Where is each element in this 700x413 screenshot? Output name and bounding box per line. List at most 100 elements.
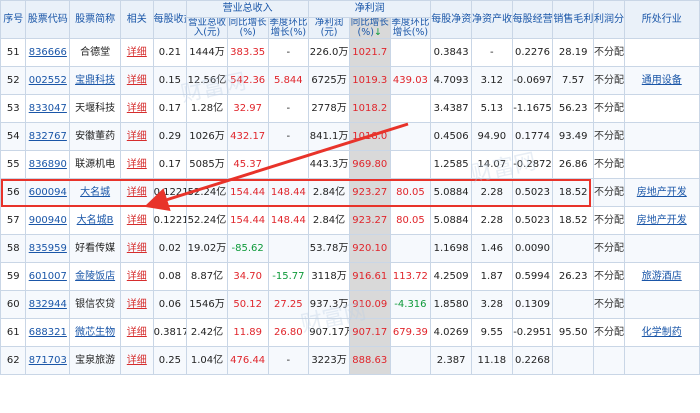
stock-name[interactable]: 微芯生物 (69, 318, 122, 347)
revenue-cell: 52.24亿 (186, 206, 228, 235)
table-row[interactable]: 61 688321 微芯生物 详细 0.3817 2.42亿 11.89 26.80 907.1… (0, 318, 700, 347)
stock-code-link[interactable]: 833047 (25, 94, 71, 123)
row-seq: 54 (0, 122, 27, 151)
header-eps[interactable]: 每股收益(元) (152, 0, 188, 39)
header-industry: 所处行业 (623, 0, 700, 39)
dividend-cell: 不分配不转增 (593, 206, 625, 235)
stock-code-link[interactable]: 836666 (25, 38, 71, 67)
ocfps-cell: 0.0090 (511, 234, 554, 263)
table-row[interactable]: 58 835959 好看传媒 详细 0.02 19.02万 -85.62 53.78万 920.… (0, 234, 700, 263)
profit-qoq-cell (389, 122, 432, 151)
detail-link[interactable]: 详细 (120, 318, 154, 347)
detail-link[interactable]: 详细 (120, 150, 154, 179)
header-bvps[interactable]: 每股净资产(元) (430, 0, 472, 39)
industry-link[interactable]: 旅游酒店 (623, 262, 700, 291)
header-code[interactable]: 股票代码 (25, 0, 71, 39)
detail-link[interactable]: 详细 (120, 290, 154, 319)
stock-code-link[interactable]: 601007 (25, 262, 71, 291)
sort-down-icon: ↓ (373, 27, 382, 38)
profit-qoq-cell: 80.05 (389, 178, 432, 207)
table-row[interactable]: 51 836666 合德堂 详细 0.21 1444万 383.35-226.0万 1021.… (0, 38, 700, 67)
revenue-cell: 1.04亿 (186, 346, 228, 375)
eps-cell: 0.17 (152, 150, 188, 179)
revenue-qoq-cell: - (267, 38, 310, 67)
industry-link[interactable]: 房地产开发 (623, 206, 700, 235)
dividend-cell: 不分配不转增 (593, 38, 625, 67)
detail-link[interactable]: 详细 (120, 66, 154, 95)
stock-code-link[interactable]: 835959 (25, 234, 71, 263)
ocfps-cell: -0.0697 (511, 66, 554, 95)
header-rev-qoq[interactable]: 季度环比增长(%) (267, 17, 310, 39)
stock-code-link[interactable]: 836890 (25, 150, 71, 179)
bvps-cell: 5.0884 (430, 178, 472, 207)
stock-code-link[interactable]: 832767 (25, 122, 71, 151)
header-profit-qoq[interactable]: 季度环比增长(%) (389, 17, 432, 39)
revenue-qoq-cell: - (267, 346, 310, 375)
eps-cell: 0.02 (152, 234, 188, 263)
profit-yoy-cell: 910.09 (348, 290, 391, 319)
bvps-cell: 4.2509 (430, 262, 472, 291)
roe-cell: 2.28 (470, 206, 513, 235)
stock-name[interactable]: 金陵饭店 (69, 262, 122, 291)
detail-link[interactable]: 详细 (120, 38, 154, 67)
industry-link (623, 290, 700, 319)
revenue-cell: 5085万 (186, 150, 228, 179)
header-ocfps[interactable]: 每股经营现金流量(元) (511, 0, 554, 39)
table-row[interactable]: 59 601007 金陵饭店 详细 0.08 8.87亿 34.70 -15.77 3118万 9… (0, 262, 700, 291)
header-gross-margin[interactable]: 销售毛利率(%) (552, 0, 595, 39)
table-row[interactable]: 54 832767 安徽董药 详细 0.29 1026万 432.17-841.1万 1018… (0, 122, 700, 151)
ocfps-cell: 0.5023 (511, 178, 554, 207)
profit-cell: 3223万 (308, 346, 350, 375)
table-row[interactable]: 53 833047 天堰科技 详细 0.17 1.28亿 32.97-2778万 1018.2… (0, 94, 700, 123)
eps-cell: 0.17 (152, 94, 188, 123)
detail-link[interactable]: 详细 (120, 94, 154, 123)
stock-name: 天堰科技 (69, 94, 122, 123)
profit-cell: 841.1万 (308, 122, 350, 151)
header-revenue-group: 营业总收入 (186, 0, 310, 18)
roe-cell: 14.07 (470, 150, 513, 179)
header-revenue[interactable]: 营业总收入(元) (186, 17, 228, 39)
table-row[interactable]: 56 600094 大名城 详细 0.1221 52.24亿 154.44 148.44 2.8… (0, 178, 700, 207)
stock-code-link[interactable]: 832944 (25, 290, 71, 319)
stock-code-link[interactable]: 871703 (25, 346, 71, 375)
gross-margin-cell: 18.52 (552, 206, 595, 235)
detail-link[interactable]: 详细 (120, 346, 154, 375)
stock-code-link[interactable]: 600094 (25, 178, 71, 207)
stock-code-link[interactable]: 002552 (25, 66, 71, 95)
gross-margin-cell: 95.50 (552, 318, 595, 347)
row-seq: 55 (0, 150, 27, 179)
industry-link[interactable]: 化学制药 (623, 318, 700, 347)
dividend-cell: 不分配不转增 (593, 178, 625, 207)
industry-link[interactable]: 房地产开发 (623, 178, 700, 207)
table-row[interactable]: 55 836890 联源机电 详细 0.17 5085万 45.37 443.3万 969.80… (0, 150, 700, 179)
stock-code-link[interactable]: 900940 (25, 206, 71, 235)
profit-cell: 907.17万 (308, 318, 350, 347)
table-row[interactable]: 60 832944 银信农贷 详细 0.06 1546万 50.12 27.25 937.3万 9… (0, 290, 700, 319)
bvps-cell: 0.4506 (430, 122, 472, 151)
stock-name[interactable]: 宝鼎科技 (69, 66, 122, 95)
detail-link[interactable]: 详细 (120, 262, 154, 291)
profit-yoy-cell: 1018.0 (348, 122, 391, 151)
profit-yoy-cell: 916.61 (348, 262, 391, 291)
table-row[interactable]: 57 900940 大名城B 详细 0.1221 52.24亿 154.44 148.44 2.… (0, 206, 700, 235)
stock-name[interactable]: 大名城 (69, 178, 122, 207)
ocfps-cell: -0.2872 (511, 150, 554, 179)
industry-link[interactable]: 通用设备 (623, 66, 700, 95)
detail-link[interactable]: 详细 (120, 234, 154, 263)
header-roe[interactable]: 净资产收益率(%) (470, 0, 513, 39)
header-profit[interactable]: 净利润(元) (308, 17, 350, 39)
stock-code-link[interactable]: 688321 (25, 318, 71, 347)
industry-link (623, 346, 700, 375)
roe-cell: 3.12 (470, 66, 513, 95)
detail-link[interactable]: 详细 (120, 206, 154, 235)
stock-name[interactable]: 大名城B (69, 206, 122, 235)
detail-link[interactable]: 详细 (120, 178, 154, 207)
revenue-yoy-cell: -85.62 (226, 234, 269, 263)
header-rev-yoy[interactable]: 同比增长(%) (226, 17, 269, 39)
detail-link[interactable]: 详细 (120, 122, 154, 151)
revenue-yoy-cell: 432.17 (226, 122, 269, 151)
header-profit-yoy[interactable]: 同比增长(%)↓ (348, 17, 391, 39)
roe-cell: 94.90 (470, 122, 513, 151)
table-row[interactable]: 62 871703 宝泉旅游 详细 0.25 1.04亿 476.44-3223万 888.6… (0, 346, 700, 375)
table-row[interactable]: 52 002552 宝鼎科技 详细 0.15 12.56亿 542.36 5.844 6725万… (0, 66, 700, 95)
